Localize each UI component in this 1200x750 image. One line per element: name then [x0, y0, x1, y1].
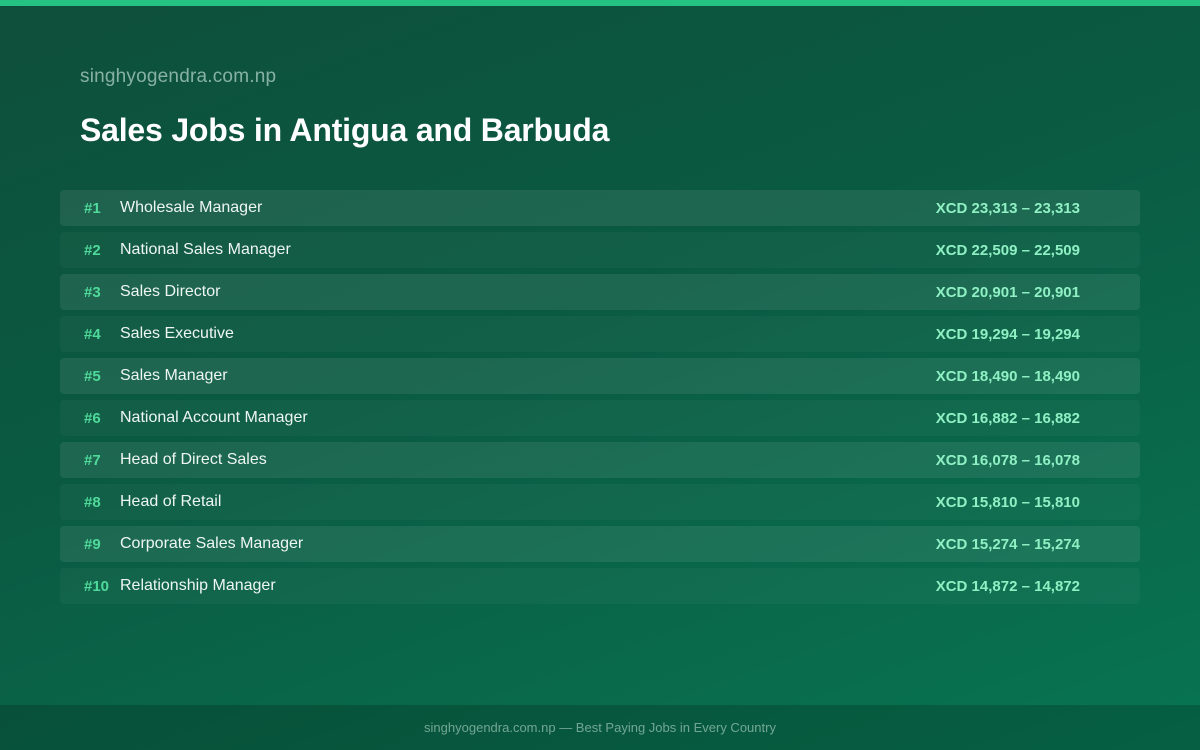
- job-row: #4 Sales Executive XCD 19,294 – 19,294: [60, 316, 1140, 352]
- job-row: #3 Sales Director XCD 20,901 – 20,901: [60, 274, 1140, 310]
- job-rank: #7: [84, 451, 101, 469]
- job-title: Sales Director: [120, 283, 221, 300]
- job-salary: XCD 20,901 – 20,901: [935, 283, 1080, 301]
- job-salary: XCD 14,872 – 14,872: [935, 577, 1080, 595]
- job-salary: XCD 19,294 – 19,294: [935, 325, 1080, 343]
- job-salary: XCD 16,078 – 16,078: [935, 451, 1080, 469]
- job-title: Head of Direct Sales: [120, 451, 267, 468]
- job-salary: XCD 16,882 – 16,882: [935, 409, 1080, 427]
- job-row: #10 Relationship Manager XCD 14,872 – 14…: [60, 568, 1140, 604]
- site-name: singhyogendra.com.np: [80, 66, 277, 87]
- job-rank: #4: [84, 325, 101, 343]
- job-row: #9 Corporate Sales Manager XCD 15,274 – …: [60, 526, 1140, 562]
- job-list: #1 Wholesale Manager XCD 23,313 – 23,313…: [60, 190, 1140, 610]
- job-rank: #3: [84, 283, 101, 301]
- job-title: Corporate Sales Manager: [120, 535, 304, 552]
- job-title: Sales Manager: [120, 367, 228, 384]
- top-accent-bar: [0, 0, 1200, 6]
- job-row: #1 Wholesale Manager XCD 23,313 – 23,313: [60, 190, 1140, 226]
- job-salary: XCD 15,810 – 15,810: [935, 493, 1080, 511]
- job-row: #5 Sales Manager XCD 18,490 – 18,490: [60, 358, 1140, 394]
- job-salary: XCD 22,509 – 22,509: [935, 241, 1080, 259]
- job-title: Sales Executive: [120, 325, 234, 342]
- job-title: Wholesale Manager: [120, 199, 263, 216]
- footer-text: singhyogendra.com.np — Best Paying Jobs …: [424, 720, 776, 735]
- job-title: National Sales Manager: [120, 241, 291, 258]
- job-salary: XCD 15,274 – 15,274: [935, 535, 1080, 553]
- job-rank: #9: [84, 535, 101, 553]
- job-rank: #2: [84, 241, 101, 259]
- job-salary: XCD 18,490 – 18,490: [935, 367, 1080, 385]
- job-rank: #6: [84, 409, 101, 427]
- job-salary: XCD 23,313 – 23,313: [935, 199, 1080, 217]
- job-rank: #5: [84, 367, 101, 385]
- footer-bar: singhyogendra.com.np — Best Paying Jobs …: [0, 705, 1200, 750]
- job-title: Head of Retail: [120, 493, 222, 510]
- job-rank: #1: [84, 199, 101, 217]
- job-row: #8 Head of Retail XCD 15,810 – 15,810: [60, 484, 1140, 520]
- job-title: Relationship Manager: [120, 577, 276, 594]
- page-title: Sales Jobs in Antigua and Barbuda: [80, 112, 610, 148]
- job-row: #6 National Account Manager XCD 16,882 –…: [60, 400, 1140, 436]
- job-row: #2 National Sales Manager XCD 22,509 – 2…: [60, 232, 1140, 268]
- job-title: National Account Manager: [120, 409, 308, 426]
- job-rank: #10: [84, 577, 110, 595]
- job-row: #7 Head of Direct Sales XCD 16,078 – 16,…: [60, 442, 1140, 478]
- job-rank: #8: [84, 493, 101, 511]
